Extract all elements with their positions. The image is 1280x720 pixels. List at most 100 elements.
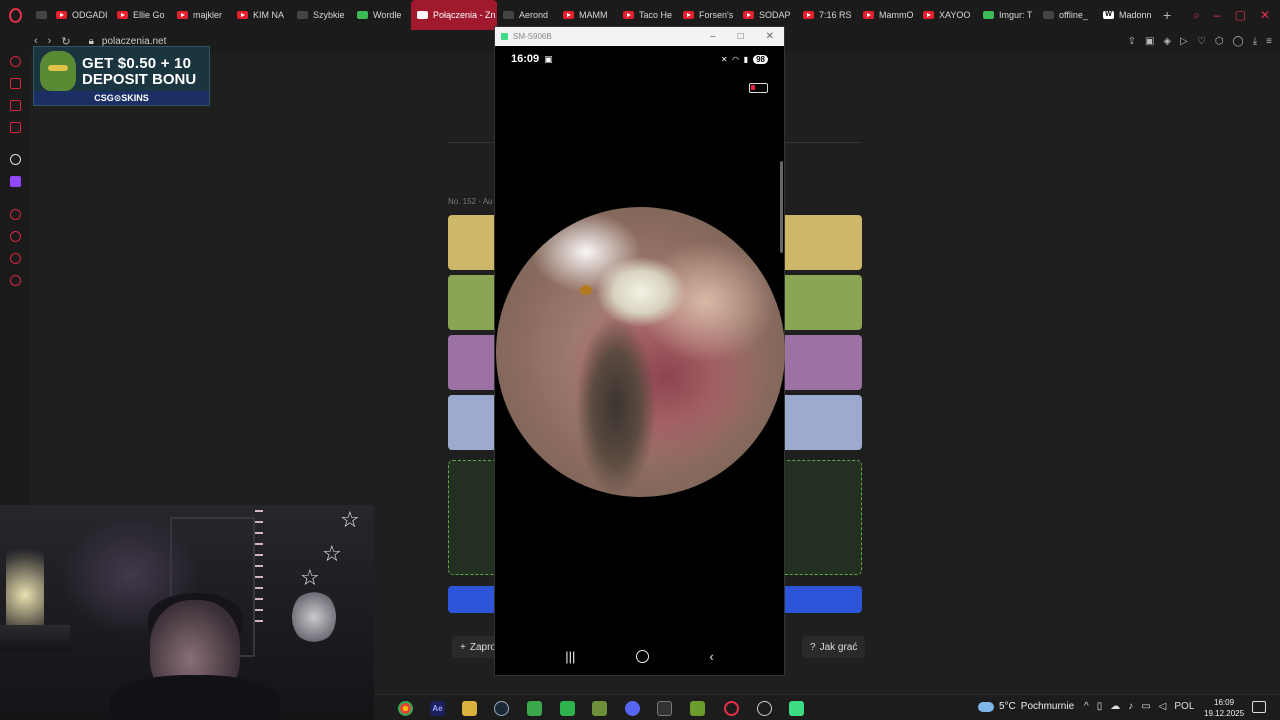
tab-16[interactable]: offline_ [1037,0,1097,30]
string-lights [255,510,263,630]
clock[interactable]: 16:09 19.12.2025 [1204,697,1244,719]
phone-link-icon[interactable] [789,701,804,716]
tab-label: XAYOO [939,10,971,20]
player-icon[interactable] [10,209,21,220]
windows-taskbar: Ae 5°C Pochmurnie ^ ▯ ☁ ♪ ▭ ◁ POL 16:09 … [374,694,1280,720]
help-button[interactable]: ? Jak grać [802,636,866,658]
window-controls: ⌕ – ▢ ✕ [1193,8,1280,23]
system-tray: ^ ▯ ☁ ♪ ▭ ◁ POL [1084,701,1194,712]
tab-13[interactable]: MammO [857,0,917,30]
tab-17[interactable]: W Madonn [1097,0,1157,30]
cloud-icon [978,701,994,712]
tab-label: Imgur: T [999,10,1033,20]
opera-icon[interactable] [724,701,739,716]
tab-6[interactable]: Połączenia - Zn [411,0,497,30]
chevron-up-icon[interactable]: ^ [1084,701,1089,712]
minimize-icon[interactable]: – [1214,8,1221,23]
snapshot-icon[interactable]: ▣ [1145,36,1154,47]
notification-center-icon[interactable] [1252,701,1266,713]
scrollbar[interactable] [780,161,783,253]
wordle-icon [357,11,368,19]
app-icon [501,33,508,40]
tab-label: Aerond [519,10,549,20]
tab-2[interactable]: majkler [171,0,231,30]
tab-workspace[interactable] [30,0,50,30]
search-tabs-icon[interactable]: ⌕ [1193,8,1200,23]
download-icon[interactable]: ⤓ [1253,36,1257,47]
tab-14[interactable]: XAYOO [917,0,977,30]
star-decoration: ☆ [300,565,320,590]
history-icon[interactable] [10,231,21,242]
language-indicator[interactable]: POL [1174,701,1194,712]
extensions-sidebar-icon[interactable] [10,253,21,264]
volume-icon[interactable]: ◁ [1159,701,1167,712]
close-icon[interactable]: ✕ [766,31,774,42]
maximize-icon[interactable]: □ [738,31,744,42]
youtube-icon [237,11,248,19]
url-field[interactable]: 🔒︎ polaczenia.net [89,36,167,47]
home-icon[interactable] [635,649,649,663]
file-icon [1043,11,1054,19]
shield-icon[interactable]: ◈ [1163,36,1171,47]
minecraft-icon[interactable] [592,701,607,716]
wifi-icon: ◠ [732,54,739,64]
notepad-icon[interactable] [527,701,542,716]
pin-icon[interactable]: ⇪ [1128,36,1136,47]
tab-3[interactable]: KIM NA [231,0,291,30]
star-decoration: ☆ [322,541,342,566]
network-icon[interactable]: ▭ [1141,701,1150,712]
tab-15[interactable]: Imgur: T [977,0,1037,30]
minimize-icon[interactable]: – [710,31,716,42]
tab-label: 7:16 RS [819,10,852,20]
weather-widget[interactable]: 5°C Pochmurnie [978,701,1074,712]
discord-icon[interactable] [625,701,640,716]
phone-status-bar: 16:09 ▣ ✕ ◠ ▮ 98 [495,46,784,72]
menu-icon[interactable]: ≡ [1266,36,1272,47]
play-icon[interactable]: ▷ [1180,36,1188,47]
terminal-icon[interactable] [657,701,672,716]
wikipedia-icon: W [1103,11,1114,19]
tab-12[interactable]: 7:16 RS [797,0,857,30]
sword-icon [503,11,514,19]
puzzle-label: No. 152 - Au [448,197,493,206]
shopping-icon[interactable] [10,78,21,89]
extensions-icon[interactable]: ⬡ [1215,36,1224,47]
aria-icon[interactable] [10,56,21,67]
heart-icon[interactable]: ♡ [1197,36,1206,47]
mail-icon[interactable] [10,122,21,133]
imgur-icon [983,11,994,19]
new-tab-button[interactable]: + [1157,7,1177,23]
tray-app-icon[interactable]: ▯ [1097,701,1103,712]
tab-5[interactable]: Wordle [351,0,411,30]
recents-icon[interactable]: ||| [565,649,575,664]
twitch-icon[interactable] [10,176,21,187]
game-icon[interactable] [462,701,477,716]
tab-0[interactable]: ODGADI [50,0,111,30]
cloud-sync-icon[interactable]: ☁ [1110,701,1120,712]
microphone-icon[interactable]: ♪ [1128,701,1133,712]
ad-banner[interactable]: GET $0.50 + 10 DEPOSIT BONU CSG⊙SKINS [33,46,210,106]
tab-label: MammO [879,10,914,20]
window-titlebar[interactable]: SM-S906B – □ ✕ [495,27,784,46]
opera-logo-icon[interactable] [0,0,30,30]
weather-desc: Pochmurnie [1020,701,1075,712]
app-icon[interactable] [10,154,21,165]
steam-icon[interactable] [494,701,509,716]
close-icon[interactable]: ✕ [1260,8,1270,23]
obs-icon[interactable] [757,701,772,716]
maximize-icon[interactable]: ▢ [1235,8,1246,23]
messenger-icon[interactable] [10,100,21,111]
settings-icon[interactable] [10,275,21,286]
tab-1[interactable]: Ellie Go [111,0,171,30]
ad-brand: CSG⊙SKINS [34,91,209,105]
back-icon[interactable]: ‹ [709,649,713,664]
plus-icon: + [460,641,466,653]
phone-mirror-window[interactable]: SM-S906B – □ ✕ 16:09 ▣ ✕ ◠ ▮ 98 ||| ‹ [494,26,785,676]
profile-icon[interactable]: ◯ [1233,36,1244,47]
webcam-overlay: ☆ ☆ ☆ [0,505,374,720]
chrome-icon[interactable] [398,701,413,716]
block-icon[interactable] [690,701,705,716]
after-effects-icon[interactable]: Ae [430,701,445,716]
tab-4[interactable]: Szybkie [291,0,351,30]
cube-icon[interactable] [560,701,575,716]
